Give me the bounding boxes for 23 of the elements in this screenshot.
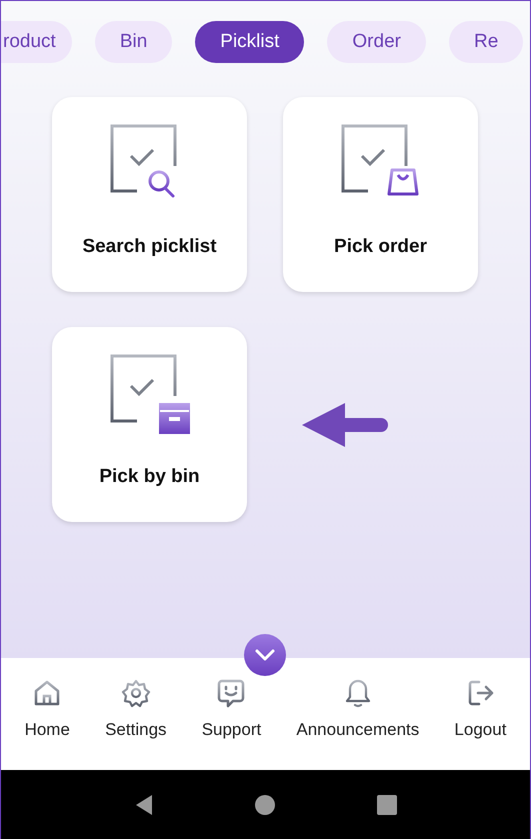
smiley-chat-icon [216, 678, 246, 708]
tab[interactable]: Picklist [195, 21, 304, 63]
menu-tile[interactable]: Pick by bin [52, 327, 247, 522]
settings-icon [120, 678, 151, 708]
nav-item[interactable]: Settings [105, 678, 167, 770]
tab[interactable]: Bin [94, 21, 172, 63]
menu-tile[interactable]: Search picklist [52, 97, 247, 292]
menu-tile[interactable]: Pick order [283, 97, 478, 292]
collapse-button[interactable] [244, 634, 286, 676]
chevron-down-icon [254, 648, 276, 662]
home-button[interactable] [254, 794, 276, 816]
recents-button[interactable] [376, 794, 398, 816]
back-button[interactable] [134, 794, 154, 816]
nav-item[interactable]: Logout [454, 678, 506, 770]
tab[interactable]: Re [448, 21, 524, 63]
tab[interactable]: roduct [1, 21, 72, 63]
arrow-icon [302, 402, 388, 446]
checklist-box-icon [108, 353, 190, 435]
tab[interactable]: Order [327, 21, 426, 63]
nav-item[interactable]: Announcements [296, 678, 420, 770]
nav-item[interactable]: Support [202, 678, 262, 770]
home-icon [32, 678, 62, 708]
nav-item[interactable]: Home [24, 678, 70, 770]
